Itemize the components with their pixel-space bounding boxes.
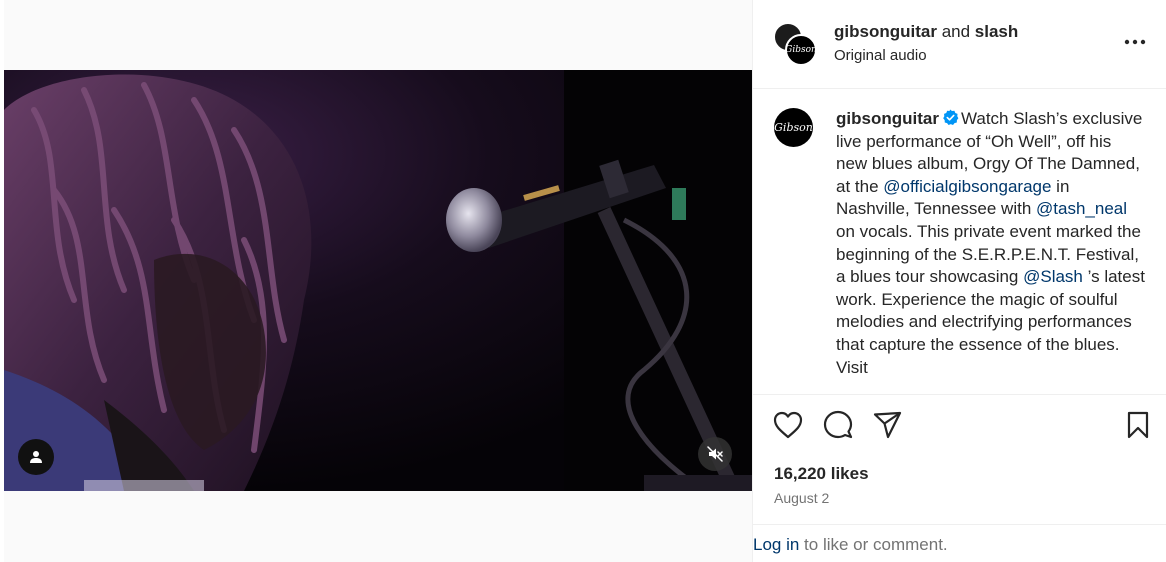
like-button[interactable] — [772, 409, 804, 441]
authors-and-text: and — [941, 22, 971, 41]
mention-tash-neal[interactable]: @tash_neal — [1036, 199, 1127, 218]
post-actions-bar — [753, 394, 1166, 458]
comment-icon — [823, 410, 853, 439]
login-prompt-text: to like or comment. — [799, 535, 948, 554]
bookmark-icon — [1127, 411, 1149, 439]
audio-link[interactable]: Original audio — [834, 47, 927, 64]
video-frame — [4, 70, 752, 491]
author-link-gibsonguitar[interactable]: gibsonguitar — [834, 22, 937, 41]
user-tag-icon — [30, 451, 42, 463]
avatar-gibsonguitar[interactable]: Gibson — [785, 34, 817, 66]
more-options-button[interactable] — [1123, 30, 1147, 54]
mention-slash[interactable]: @Slash — [1023, 267, 1083, 286]
post-date[interactable]: August 2 — [774, 490, 829, 506]
login-prompt: Log in to like or comment. — [753, 524, 1166, 562]
mute-toggle-button[interactable] — [698, 437, 732, 471]
comment-button[interactable] — [822, 409, 854, 441]
caption-username[interactable]: gibsonguitar — [836, 109, 939, 128]
media-pane — [4, 0, 752, 562]
likes-count[interactable]: 16,220 likes — [774, 464, 869, 484]
save-button[interactable] — [1122, 409, 1154, 441]
muted-speaker-icon — [707, 446, 723, 462]
video-player[interactable] — [4, 70, 752, 491]
tag-people-button[interactable] — [18, 439, 54, 475]
verified-badge-icon — [943, 109, 959, 126]
caption-text: gibsonguitar Watch Slash’s exclusive live… — [836, 108, 1146, 379]
post-side-panel: Gibson gibsonguitar and slash Original a… — [752, 0, 1166, 562]
post-authors: gibsonguitar and slash — [834, 22, 1018, 42]
more-horizontal-icon — [1124, 39, 1146, 45]
author-link-slash[interactable]: slash — [975, 22, 1018, 41]
login-link[interactable]: Log in — [753, 535, 799, 554]
share-button[interactable] — [872, 409, 904, 441]
caption-area: Gibson gibsonguitar Watch Slash’s exclusi… — [753, 90, 1166, 393]
heart-icon — [773, 411, 803, 439]
mention-officialgibsongarage[interactable]: @officialgibsongarage — [883, 177, 1051, 196]
share-icon — [873, 411, 902, 439]
post-header: Gibson gibsonguitar and slash Original a… — [753, 0, 1166, 89]
caption-avatar[interactable]: Gibson — [774, 108, 813, 147]
collab-avatars[interactable]: Gibson — [773, 22, 817, 66]
